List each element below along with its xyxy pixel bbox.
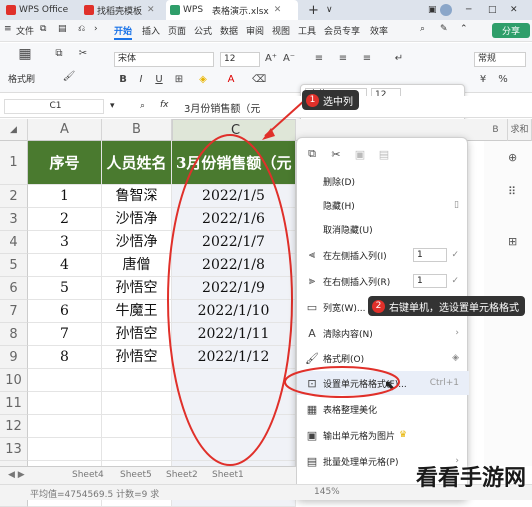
batch-icon: ▤ <box>306 454 318 468</box>
confirm-icon[interactable]: ✓ <box>451 250 459 260</box>
insert-left-count[interactable]: 1 <box>413 248 447 262</box>
image-icon: ▣ <box>306 428 318 442</box>
annotation-ellipse-format-cells <box>284 366 400 398</box>
vip-icon: ♛ <box>399 430 408 440</box>
paste-icon[interactable]: ▣ <box>351 148 369 161</box>
paste-special-icon[interactable]: ▤ <box>375 148 393 161</box>
menu-export-image[interactable]: ▣ 输出单元格为图片 ♛ <box>297 423 469 447</box>
paint-bucket-icon: ◈ <box>452 353 459 363</box>
sheet-tab-4[interactable]: Sheet4 <box>72 470 104 480</box>
cut-icon[interactable]: ✂ <box>327 148 345 161</box>
sheet-tab-bar: ◀ ▶ Sheet4 Sheet5 Sheet2 Sheet1 <box>0 466 296 484</box>
insert-right-count[interactable]: 1 <box>413 274 447 288</box>
menu-delete[interactable]: 删除(D) <box>297 169 469 193</box>
brush-icon: 🖌 <box>305 351 319 365</box>
insert-left-icon: ⫷ <box>308 248 316 261</box>
zoom-level[interactable]: 145% <box>314 487 340 497</box>
sheet-tab-1[interactable]: Sheet1 <box>212 470 244 480</box>
insert-right-icon: ⫸ <box>308 274 316 287</box>
status-summary: 平均值=4754569.5 计数=9 求 <box>30 490 160 500</box>
callout-right-click: 2 右键单机，选设置单元格格式 <box>368 296 525 316</box>
eraser-icon: A <box>308 326 316 340</box>
callout-select-column: 1 选中列 <box>302 90 359 110</box>
menu-table-beautify[interactable]: ▦ 表格整理美化 <box>297 397 469 421</box>
copy-icon[interactable]: ⧉ <box>303 147 321 161</box>
column-width-icon: ▭ <box>306 300 318 314</box>
menu-unhide[interactable]: 取消隐藏(U) <box>297 217 469 241</box>
watermark: 看看手游网 <box>416 466 527 491</box>
side-grid-icon[interactable]: ⠿ <box>508 185 516 198</box>
context-menu: ⧉ ✂ ▣ ▤ 删除(D) 隐藏(H) ▯ 取消隐藏(U) ⫷ 在左侧插入列(I) 1… <box>296 137 469 500</box>
sheet-tab-2[interactable]: Sheet2 <box>166 470 198 480</box>
sheet-tab-5[interactable]: Sheet5 <box>120 470 152 480</box>
side-apps-icon[interactable]: ⊞ <box>508 235 517 248</box>
menu-clear-contents[interactable]: A 清除内容(N) › <box>297 321 469 345</box>
hide-icon: ▯ <box>454 200 459 210</box>
side-expand-icon[interactable]: ⊕ <box>508 151 517 164</box>
table-icon: ▦ <box>306 402 318 416</box>
confirm-icon[interactable]: ✓ <box>451 276 459 286</box>
menu-insert-left[interactable]: ⫷ 在左侧插入列(I) 1 ✓ <box>297 243 469 267</box>
menu-insert-right[interactable]: ⫸ 在右侧插入列(R) 1 ✓ <box>297 269 469 293</box>
menu-hide[interactable]: 隐藏(H) ▯ <box>297 193 469 217</box>
sheet-nav-icon[interactable]: ◀ ▶ <box>8 470 25 480</box>
context-quick-actions: ⧉ ✂ ▣ ▤ <box>297 144 469 164</box>
chevron-right-icon: › <box>455 328 459 338</box>
